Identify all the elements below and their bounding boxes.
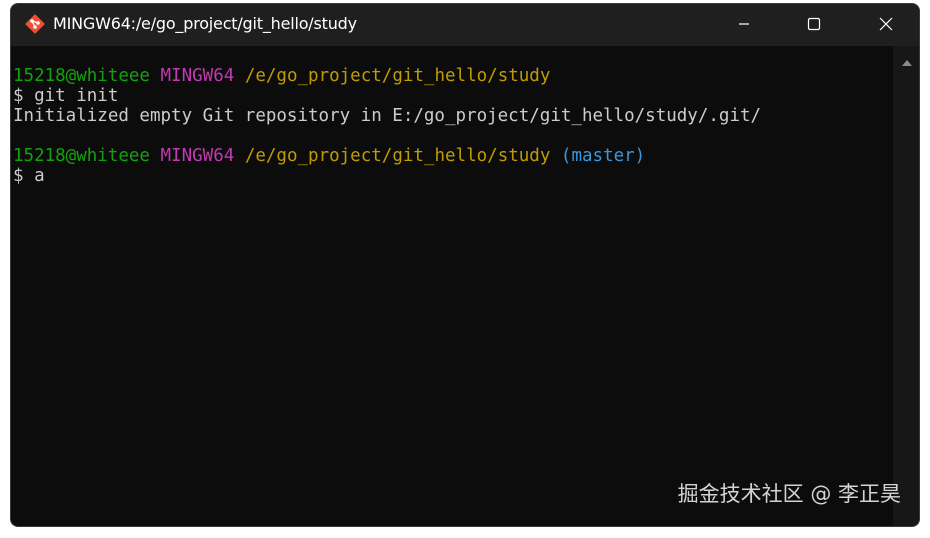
prompt-host: MINGW64 <box>160 146 235 166</box>
prompt-user: 15218@whiteee <box>13 146 150 166</box>
window-title: MINGW64:/e/go_project/git_hello/study <box>53 14 357 33</box>
terminal-window: MINGW64:/e/go_project/git_hello/study 15… <box>10 3 920 527</box>
prompt-path: /e/go_project/git_hello/study <box>244 146 551 166</box>
maximize-icon <box>807 17 821 31</box>
command-line: $ git init <box>13 86 119 106</box>
close-button[interactable] <box>863 4 909 44</box>
scroll-up-arrow-icon[interactable] <box>902 60 912 66</box>
maximize-button[interactable] <box>791 4 837 44</box>
git-diamond-icon <box>24 13 46 35</box>
terminal-output[interactable]: 15218@whiteee MINGW64 /e/go_project/git_… <box>11 46 895 526</box>
prompt-branch: (master) <box>560 146 646 166</box>
prompt-line: 15218@whiteee MINGW64 /e/go_project/git_… <box>13 66 895 86</box>
prompt-path: /e/go_project/git_hello/study <box>244 66 551 86</box>
watermark: 掘金技术社区 @ 李正昊 <box>677 482 901 506</box>
prompt-line: 15218@whiteee MINGW64 /e/go_project/git_… <box>13 146 895 166</box>
command-line: $ a <box>13 166 45 186</box>
prompt-host: MINGW64 <box>160 66 235 86</box>
prompt-user: 15218@whiteee <box>13 66 150 86</box>
vertical-scrollbar[interactable] <box>893 46 919 526</box>
minimize-button[interactable] <box>721 4 767 44</box>
close-icon <box>879 17 893 31</box>
minimize-icon <box>738 18 750 30</box>
command-output: Initialized empty Git repository in E:/g… <box>13 106 762 126</box>
title-bar[interactable]: MINGW64:/e/go_project/git_hello/study <box>11 4 919 46</box>
